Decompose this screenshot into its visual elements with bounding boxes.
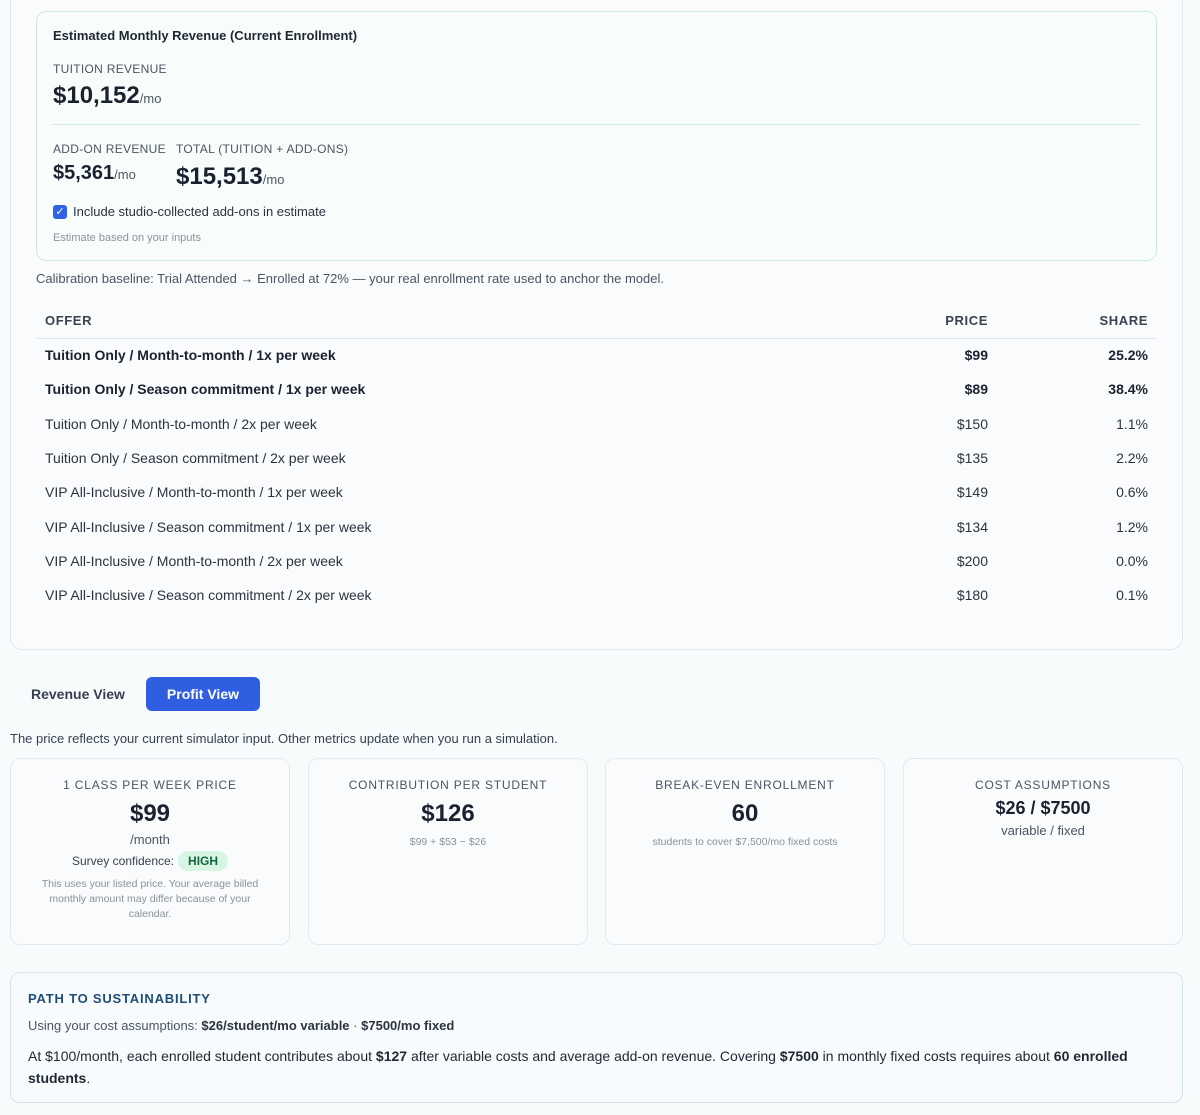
- offer-cell: VIP All-Inclusive / Season commitment / …: [45, 587, 372, 604]
- table-row: VIP All-Inclusive / Season commitment / …: [36, 578, 1157, 612]
- cost-assumptions-value: $26 / $7500: [995, 798, 1091, 818]
- contribution-highlight: $127: [375, 1048, 408, 1064]
- table-row: Tuition Only / Month-to-month / 2x per w…: [36, 407, 1157, 441]
- price-metric-card: 1 CLASS PER WEEK PRICE $99 /month Survey…: [10, 758, 290, 945]
- survey-confidence: Survey confidence: HIGH: [11, 851, 289, 871]
- include-addons-toggle[interactable]: ✓ Include studio-collected add-ons in es…: [53, 204, 326, 219]
- offer-cell: Tuition Only / Season commitment / 2x pe…: [45, 450, 346, 467]
- contribution-metric-label: CONTRIBUTION PER STUDENT: [348, 778, 548, 792]
- fixed-cost: $7500/mo fixed: [361, 1018, 455, 1033]
- price-cell: $150: [956, 415, 988, 432]
- include-addons-label: Include studio-collected add-ons in esti…: [73, 204, 326, 219]
- table-row: VIP All-Inclusive / Month-to-month / 2x …: [36, 544, 1157, 578]
- share-cell: 0.1%: [1116, 587, 1148, 604]
- price-cell: $149: [956, 484, 988, 501]
- path-body-text: At $100/month, each enrolled student con…: [28, 1048, 373, 1064]
- tab-profit-view[interactable]: Profit View: [145, 677, 260, 711]
- calibration-baseline-text: Calibration baseline: Trial Attended → E…: [36, 271, 664, 286]
- share-column-header: SHARE: [997, 304, 1157, 339]
- checkbox-checked-icon[interactable]: ✓: [53, 204, 67, 219]
- offer-cell: VIP All-Inclusive / Season commitment / …: [45, 518, 372, 535]
- addon-revenue-value: $5,361/mo: [53, 162, 136, 185]
- breakeven-note: students to cover $7,500/mo fixed costs: [652, 836, 838, 848]
- price-cell: $134: [956, 518, 988, 535]
- share-cell: 38.4%: [1108, 381, 1148, 398]
- price-metric-value: $99: [129, 800, 171, 827]
- per-month-unit: /mo: [139, 91, 162, 106]
- estimate-note: Estimate based on your inputs: [53, 232, 201, 244]
- price-cell: $135: [956, 450, 988, 467]
- tuition-revenue-label: TUITION REVENUE: [53, 62, 167, 76]
- per-month-unit: /mo: [262, 172, 285, 187]
- table-row: Tuition Only / Month-to-month / 1x per w…: [36, 338, 1157, 372]
- path-title: PATH TO SUSTAINABILITY: [28, 991, 211, 1006]
- price-cell: $180: [956, 587, 988, 604]
- table-row: VIP All-Inclusive / Month-to-month / 1x …: [36, 475, 1157, 509]
- price-cell: $89: [964, 381, 988, 398]
- cost-assumptions-label: COST ASSUMPTIONS: [975, 778, 1111, 792]
- contribution-formula: $99 + $53 − $26: [409, 836, 487, 848]
- fixed-amount-highlight: $7500: [779, 1048, 819, 1064]
- breakeven-metric-value: 60: [731, 800, 759, 827]
- total-revenue-value: $15,513/mo: [176, 163, 284, 191]
- offer-cell: Tuition Only / Month-to-month / 1x per w…: [45, 347, 336, 364]
- view-note: The price reflects your current simulato…: [10, 731, 558, 746]
- offer-cell: VIP All-Inclusive / Month-to-month / 1x …: [45, 484, 343, 501]
- estimated-revenue-card: Estimated Monthly Revenue (Current Enrol…: [36, 11, 1157, 261]
- addon-amount: $5,361: [53, 162, 115, 184]
- table-row: Tuition Only / Season commitment / 1x pe…: [36, 372, 1157, 406]
- revenue-divider: [53, 124, 1140, 125]
- total-amount: $15,513: [176, 163, 263, 190]
- path-body-end: .: [86, 1070, 91, 1086]
- share-cell: 0.6%: [1116, 484, 1148, 501]
- path-body: At $100/month, each enrolled student con…: [28, 1045, 1142, 1089]
- total-revenue-label: TOTAL (TUITION + ADD-ONS): [176, 142, 349, 156]
- path-body-text: in monthly fixed costs requires about: [822, 1048, 1050, 1064]
- revenue-title: Estimated Monthly Revenue (Current Enrol…: [53, 28, 358, 43]
- contribution-metric-value: $126: [421, 800, 475, 827]
- offer-cell: Tuition Only / Season commitment / 1x pe…: [45, 381, 366, 398]
- table-row: VIP All-Inclusive / Season commitment / …: [36, 509, 1157, 543]
- share-cell: 1.2%: [1116, 518, 1148, 535]
- share-cell: 0.0%: [1116, 552, 1148, 569]
- variable-cost: $26/student/mo variable: [201, 1018, 350, 1033]
- tuition-revenue-value: $10,152/mo: [53, 82, 161, 110]
- offer-cell: Tuition Only / Month-to-month / 2x per w…: [45, 415, 317, 432]
- cost-assumptions-summary: Using your cost assumptions: $26/student…: [28, 1018, 454, 1033]
- path-to-sustainability-card: PATH TO SUSTAINABILITY Using your cost a…: [10, 972, 1183, 1103]
- table-row: Tuition Only / Season commitment / 2x pe…: [36, 441, 1157, 475]
- offer-column-header: OFFER: [36, 304, 916, 339]
- tab-revenue-view[interactable]: Revenue View: [10, 677, 146, 711]
- price-metric-unit: /month: [130, 832, 170, 847]
- price-cell: $200: [956, 552, 988, 569]
- confidence-badge: HIGH: [178, 851, 229, 871]
- price-metric-note: This uses your listed price. Your averag…: [41, 878, 259, 920]
- breakeven-metric-label: BREAK-EVEN ENROLLMENT: [655, 778, 835, 792]
- price-column-header: PRICE: [916, 304, 997, 339]
- addon-revenue-label: ADD-ON REVENUE: [53, 142, 166, 156]
- tuition-amount: $10,152: [53, 82, 140, 109]
- share-cell: 1.1%: [1116, 415, 1148, 432]
- price-metric-label: 1 CLASS PER WEEK PRICE: [63, 778, 237, 792]
- share-cell: 2.2%: [1116, 450, 1148, 467]
- price-cell: $99: [964, 347, 988, 364]
- using-prefix: Using your cost assumptions:: [28, 1018, 198, 1033]
- breakeven-metric-card: BREAK-EVEN ENROLLMENT 60 students to cov…: [605, 758, 885, 945]
- per-month-unit: /mo: [114, 167, 136, 182]
- survey-confidence-label: Survey confidence:: [71, 854, 175, 868]
- cost-assumptions-note: variable / fixed: [1001, 823, 1085, 838]
- share-cell: 25.2%: [1108, 347, 1148, 364]
- cost-assumptions-card: COST ASSUMPTIONS $26 / $7500 variable / …: [903, 758, 1183, 945]
- contribution-metric-card: CONTRIBUTION PER STUDENT $126 $99 + $53 …: [308, 758, 588, 945]
- path-body-text: after variable costs and average add-on …: [410, 1048, 776, 1064]
- offer-table: OFFER PRICE SHARE Tuition Only / Month-t…: [36, 304, 1157, 612]
- view-tabs: Revenue View Profit View: [10, 677, 260, 711]
- offer-cell: VIP All-Inclusive / Month-to-month / 2x …: [45, 552, 343, 569]
- offer-table-header: OFFER PRICE SHARE: [36, 304, 1157, 339]
- separator-dot: ·: [353, 1018, 358, 1033]
